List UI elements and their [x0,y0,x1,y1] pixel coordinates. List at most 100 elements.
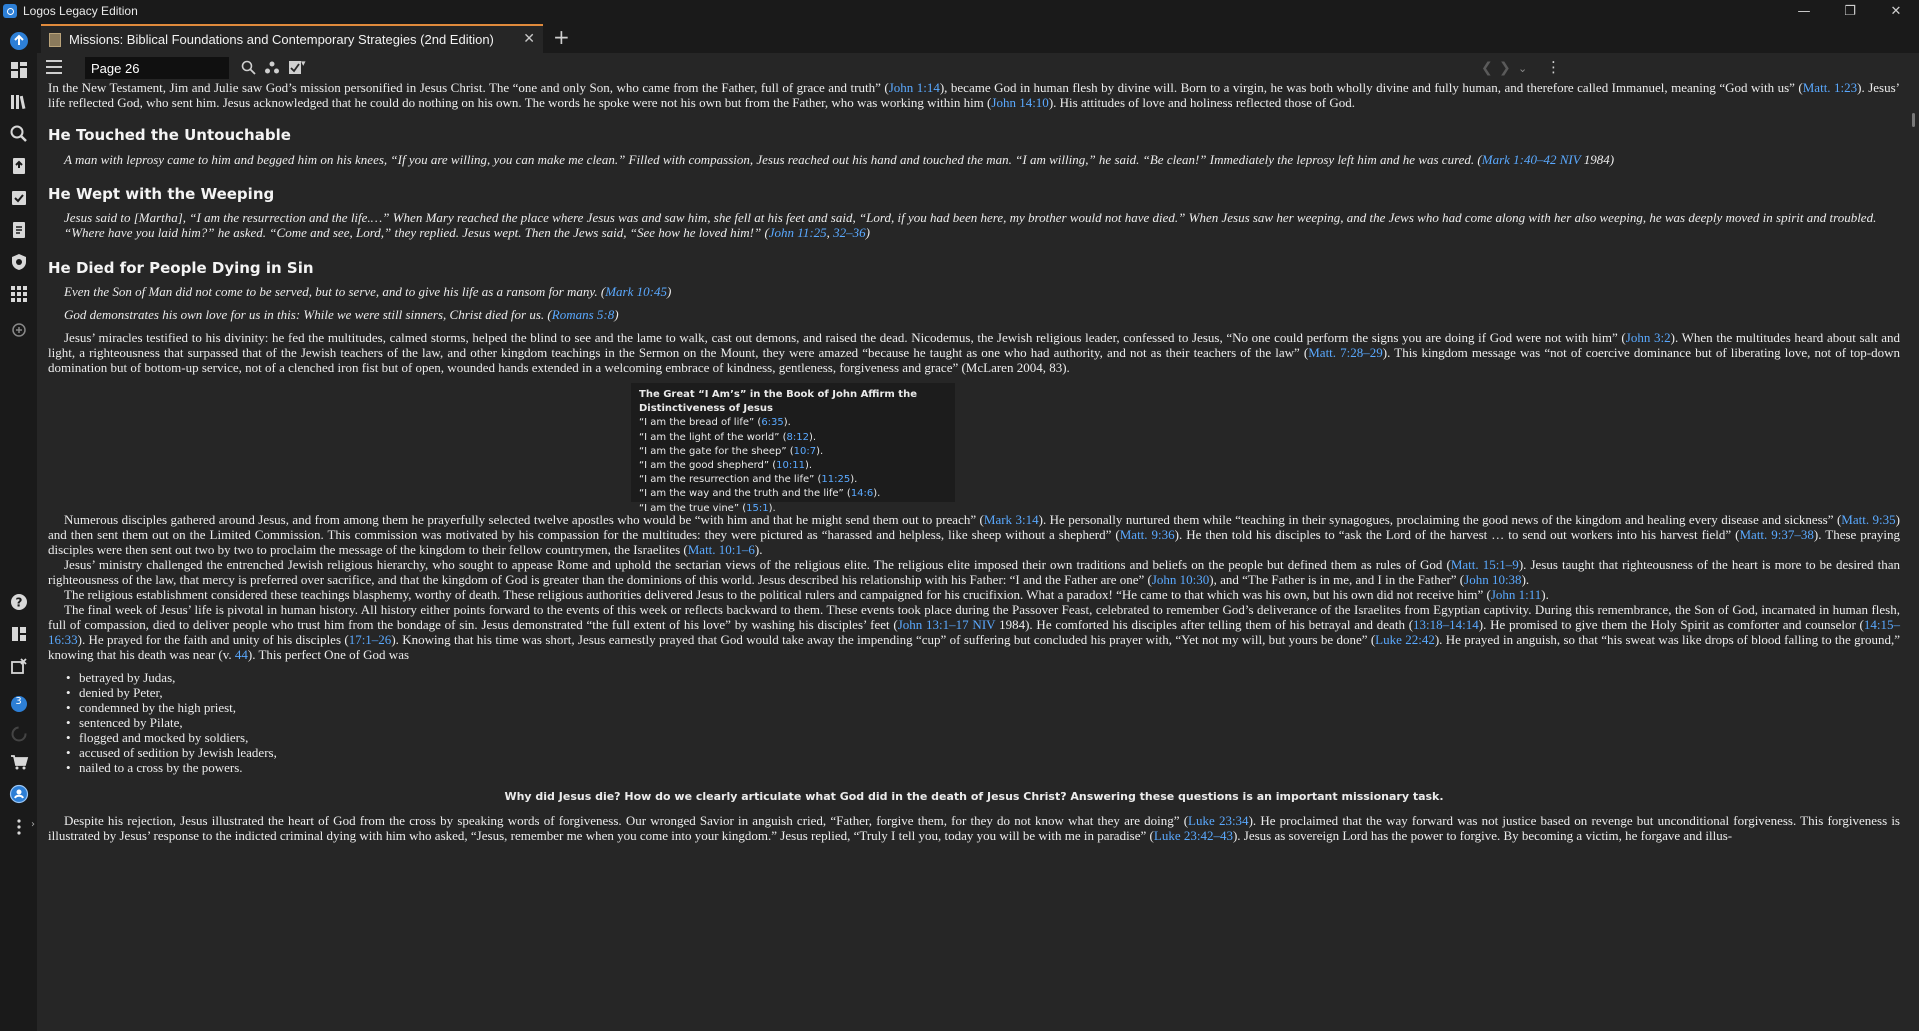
scripture-link[interactable]: John 14:10 [991,95,1048,110]
text-run: ). He then told his disciples to “ask th… [1174,527,1740,542]
text-run: ). [1521,572,1530,587]
scripture-link[interactable]: Matt. 9:36 [1120,527,1175,542]
text-run: God demonstrates his own love for us in … [64,307,552,322]
scripture-link[interactable]: 6:35 [761,417,783,428]
panel-options-icon[interactable]: ⋮ [1546,58,1561,76]
history-dropdown-icon[interactable]: ⌄ [1518,62,1527,75]
i-am-text: ). [850,474,858,486]
forward-icon[interactable]: ❯ [1499,60,1511,76]
list-item: condemned by the high priest, [66,700,277,715]
i-am-item: “I am the bread of life” (6:35). [639,416,947,430]
scripture-link[interactable]: 32–36 [833,225,866,240]
scripture-link[interactable]: Matt. 9:37–38 [1739,527,1813,542]
paragraph-religious-establishment: The religious establishment considered t… [48,587,1900,602]
scripture-link[interactable]: Mark 1:40–42 NIV [1482,152,1581,167]
heading-died-for-people: He Died for People Dying in Sin [48,259,314,277]
paragraph-disciples: Numerous disciples gathered around Jesus… [48,512,1900,557]
text-run: Despite his rejection, Jesus illustrated… [64,813,1189,828]
close-panels-icon[interactable] [6,653,31,678]
tab-missions-book[interactable]: Missions: Biblical Foundations and Conte… [41,24,543,53]
tab-title: Missions: Biblical Foundations and Conte… [69,32,494,47]
more-options-icon[interactable] [6,814,31,839]
scripture-link[interactable]: 44 [235,647,248,662]
text-run: ) [865,225,871,240]
close-window-icon[interactable]: ✕ [1873,0,1919,22]
dashboard-icon[interactable] [6,57,31,82]
scripture-link[interactable]: John 3:2 [1626,330,1671,345]
search-in-book-icon[interactable] [240,59,258,77]
sync-icon[interactable] [6,721,31,746]
scrollbar-thumb[interactable] [1912,113,1915,127]
minimize-icon[interactable]: — [1781,0,1827,22]
scripture-link[interactable]: Matt. 1:23 [1803,83,1857,95]
text-run: ). [754,542,763,557]
reference-input[interactable] [85,57,229,79]
scripture-link[interactable]: John 11:25 [769,225,827,240]
search-icon[interactable] [6,121,31,146]
documents-icon[interactable] [6,217,31,242]
scripture-link[interactable]: John 10:30 [1152,572,1209,587]
paragraph-miracles: Jesus’ miracles testified to his divinit… [48,330,1900,375]
restore-icon[interactable]: ❐ [1827,0,1873,22]
scripture-link[interactable]: 10:7 [794,446,816,457]
text-run: ) [614,307,619,322]
scripture-link[interactable]: 13:18–14:14 [1413,617,1479,632]
scripture-link[interactable]: Matt. 15:1–9 [1451,557,1519,572]
help-icon[interactable]: ? [6,589,31,614]
tools-icon[interactable] [6,249,31,274]
add-tab-icon[interactable]: + [553,25,570,49]
text-run: ). He promised to give them the Holy Spi… [1478,617,1864,632]
text-run: 1984) [1580,152,1615,167]
library-icon[interactable] [6,89,31,114]
tasks-icon[interactable] [6,185,31,210]
close-tab-icon[interactable]: ✕ [523,31,535,47]
list-item: sentenced by Pilate, [66,715,277,730]
i-am-text: “I am the way and the truth and the life… [639,488,851,500]
quote-lazarus: Jesus said to [Martha], “I am the resurr… [64,210,1900,240]
text-run: ). He personally nurtured them while “te… [1038,512,1842,527]
scripture-link[interactable]: Mark 3:14 [984,512,1039,527]
scripture-link[interactable]: John 13:1–17 NIV [898,617,996,632]
layouts-icon[interactable] [6,621,31,646]
notification-count: 3 [15,696,22,707]
visual-filters-dropdown-icon[interactable]: ▾ [301,59,306,69]
apps-grid-icon[interactable] [6,281,31,306]
scripture-link[interactable]: Matt. 9:35 [1841,512,1895,527]
parallel-resources-icon[interactable] [263,59,281,77]
back-icon[interactable]: ❮ [1481,60,1493,76]
i-am-item: “I am the good shepherd” (10:11). [639,459,947,473]
notifications-badge[interactable]: 3 [6,691,31,716]
scripture-link[interactable]: Matt. 10:1–6 [688,542,755,557]
scripture-link[interactable]: John 1:11 [1491,587,1541,602]
expand-rail-icon[interactable]: › [31,819,35,830]
panel-menu-icon[interactable] [46,60,62,74]
scripture-link[interactable]: Romans 5:8 [552,307,614,322]
scripture-link[interactable]: Matt. 7:28–29 [1308,345,1383,360]
scripture-link[interactable]: 10:11 [776,460,805,471]
scripture-link[interactable]: Luke 23:34 [1188,813,1249,828]
scripture-link[interactable]: Mark 10:45 [605,284,667,299]
list-item: denied by Peter, [66,685,277,700]
account-icon[interactable] [6,781,31,806]
scripture-link[interactable]: Luke 23:42–43 [1154,828,1233,843]
home-icon[interactable] [6,28,31,53]
cart-icon[interactable] [6,749,31,774]
text-run: ). This perfect One of God was [247,647,410,662]
add-shortcut-icon[interactable] [6,317,31,342]
heading-touched-untouchable: He Touched the Untouchable [48,126,291,144]
window-controls: — ❐ ✕ [1781,0,1919,22]
guides-icon[interactable] [6,153,31,178]
scripture-link[interactable]: Luke 22:42 [1375,632,1435,647]
scripture-link[interactable]: 14:6 [851,488,873,499]
scripture-link[interactable]: John 1:14 [889,83,940,95]
logos-app-icon [3,4,17,18]
list-item: betrayed by Judas, [66,670,277,685]
paragraph-final-week: The final week of Jesus’ life is pivotal… [48,602,1900,662]
i-am-text: ). [783,417,791,429]
text-run: The religious establishment considered t… [64,587,1491,602]
scripture-link[interactable]: John 10:38 [1464,572,1521,587]
scripture-link[interactable]: 11:25 [821,474,850,485]
scripture-link[interactable]: 8:12 [787,432,809,443]
paragraph-ministry-challenged: Jesus’ ministry challenged the entrenche… [48,557,1900,587]
scripture-link[interactable]: 17:1–26 [349,632,392,647]
